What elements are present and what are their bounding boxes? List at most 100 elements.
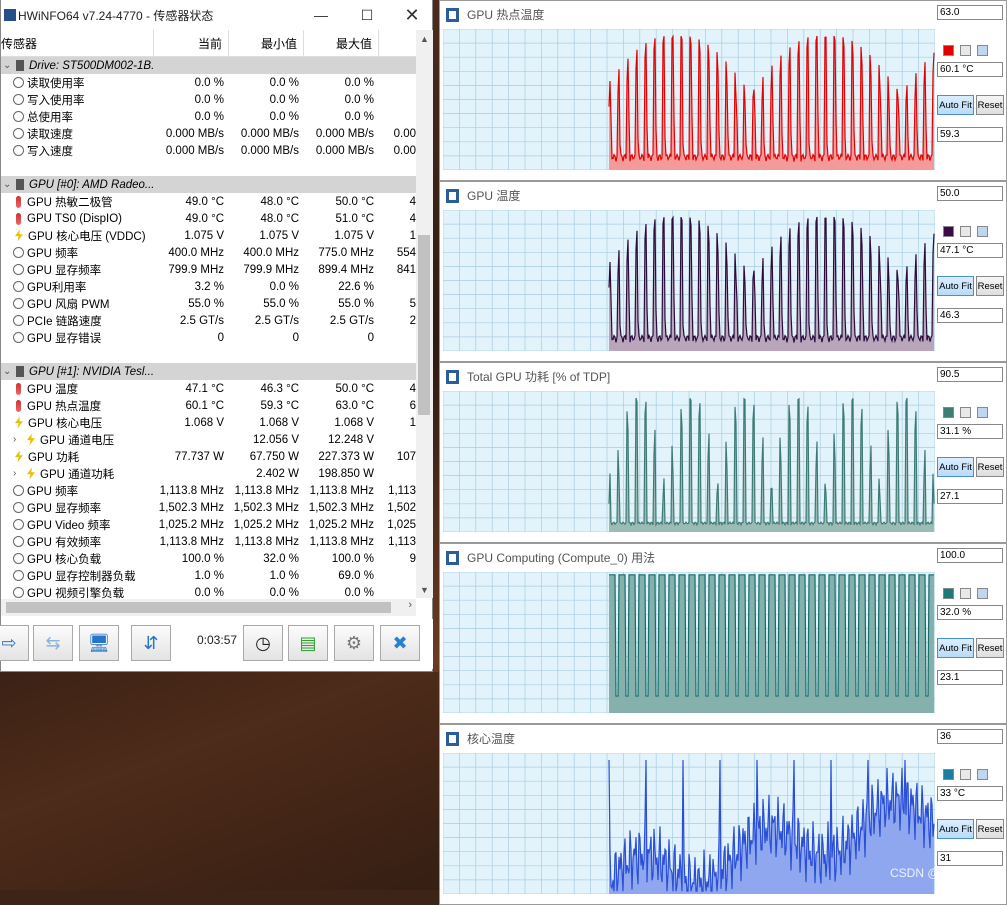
sensor-label: GPU 有效频率 [27,536,102,549]
vertical-scrollbar[interactable]: ▲ ▼ [416,30,433,598]
auto-fit-button[interactable]: Auto Fit [937,819,974,839]
graph-title-bar[interactable]: GPU 温度 ✕ [440,182,1006,209]
sensor-row[interactable]: GPU 显存频率 1,502.3 MHz 1,502.3 MHz 1,502.3 MH… [1,499,416,516]
secondary-color-swatch[interactable] [960,769,971,780]
sensor-label: GPU利用率 [27,281,87,294]
expand-chevron-icon[interactable]: › [13,468,21,479]
sensor-group-row[interactable]: ⌄ GPU [#1]: NVIDIA Tesl... [1,363,416,380]
collapse-chevron-icon[interactable]: ⌄ [3,179,11,190]
sensor-row[interactable]: GPU 显存频率 799.9 MHz 799.9 MHz 899.4 MHz 841 [1,261,416,278]
sensor-row[interactable]: GPU 视频引擎负载 0.0 % 0.0 % 0.0 % [1,584,416,599]
secondary-color-swatch[interactable] [960,588,971,599]
line-color-swatch[interactable] [943,45,954,56]
reset-button[interactable]: Reset [976,276,1004,296]
line-color-swatch[interactable] [943,226,954,237]
graph-window[interactable]: GPU Computing (Compute_0) 用法 ✕ 100.0 32.… [439,543,1007,724]
graph-title-bar[interactable]: GPU Computing (Compute_0) 用法 ✕ [440,544,1006,571]
sensor-row[interactable]: GPU 风扇 PWM 55.0 % 55.0 % 55.0 % 5 [1,295,416,312]
title-bar[interactable]: HWiNFO64 v7.24-4770 - 传感器状态 — ☐ ✕ [1,0,432,30]
graph-title-bar[interactable]: Total GPU 功耗 [% of TDP] ✕ [440,363,1006,390]
sensor-row[interactable]: GPU 频率 400.0 MHz 400.0 MHz 775.0 MHz 554 [1,244,416,261]
sensor-row[interactable]: GPU 显存错误 0 0 0 [1,329,416,346]
background-color-swatch[interactable] [977,407,988,418]
sensor-report-button[interactable]: 🖥 [79,625,119,661]
sensor-row[interactable]: GPU TS0 (DispIO) 49.0 °C 48.0 °C 51.0 °C 4 [1,210,416,227]
background-color-swatch[interactable] [977,588,988,599]
scroll-down-icon[interactable]: ▼ [416,581,433,598]
auto-fit-button[interactable]: Auto Fit [937,457,974,477]
column-avg[interactable] [379,30,416,56]
sensor-row[interactable]: GPU 温度 47.1 °C 46.3 °C 50.0 °C 4 [1,380,416,397]
line-color-swatch[interactable] [943,407,954,418]
vertical-scroll-thumb[interactable] [418,235,430,415]
reset-button[interactable]: Reset [976,819,1004,839]
sensor-row[interactable]: GPU 有效频率 1,113.8 MHz 1,113.8 MHz 1,113.8 MH… [1,533,416,550]
clock-icon [13,502,24,513]
maximize-button[interactable]: ☐ [344,0,390,30]
graph-title-bar[interactable]: GPU 热点温度 ✕ [440,1,1006,28]
expand-right-button[interactable]: ⇨ [0,625,29,661]
collapse-chevron-icon[interactable]: ⌄ [3,366,11,377]
exit-button[interactable]: ✖ [380,625,420,661]
max-value: 63.0 °C [335,399,374,412]
scroll-up-icon[interactable]: ▲ [416,30,433,47]
sensor-row[interactable]: GPU 核心电压 1.068 V 1.068 V 1.068 V 1 [1,414,416,431]
sensor-row[interactable]: GPU 核心电压 (VDDC) 1.075 V 1.075 V 1.075 V 1 [1,227,416,244]
sensor-row[interactable]: GPU Video 频率 1,025.2 MHz 1,025.2 MHz 1,025.… [1,516,416,533]
document-add-icon: ▤ [299,632,317,653]
reset-button[interactable]: Reset [976,95,1004,115]
auto-fit-button[interactable]: Auto Fit [937,95,974,115]
sensor-row[interactable]: GPU 功耗 77.737 W 67.750 W 227.373 W 107 [1,448,416,465]
secondary-color-swatch[interactable] [960,407,971,418]
auto-fit-button[interactable]: Auto Fit [937,276,974,296]
secondary-color-swatch[interactable] [960,226,971,237]
graph-title-bar[interactable]: 核心温度 ✕ [440,725,1006,752]
reset-timer-button[interactable]: ◷ [243,625,283,661]
settings-button[interactable]: ⚙ [334,625,374,661]
sensor-row[interactable]: GPU 显存控制器负载 1.0 % 1.0 % 69.0 % [1,567,416,584]
minimize-button[interactable]: — [298,0,344,30]
collapse-left-button[interactable]: ⇆ [33,625,73,661]
background-color-swatch[interactable] [977,226,988,237]
reset-button[interactable]: Reset [976,457,1004,477]
sensor-row[interactable]: GPU 热点温度 60.1 °C 59.3 °C 63.0 °C 6 [1,397,416,414]
sensor-row[interactable]: GPU利用率 3.2 % 0.0 % 22.6 % [1,278,416,295]
background-color-swatch[interactable] [977,769,988,780]
sensor-row[interactable]: 写入速度 0.000 MB/s 0.000 MB/s 0.000 MB/s 0.00 [1,142,416,159]
sensor-group-row[interactable]: ⌄ Drive: ST500DM002-1B... [1,57,416,74]
sensor-row[interactable]: 读取使用率 0.0 % 0.0 % 0.0 % [1,74,416,91]
column-max[interactable]: 最大值 [304,30,379,56]
close-button[interactable]: ✕ [389,0,435,30]
secondary-color-swatch[interactable] [960,45,971,56]
sensor-row[interactable]: GPU 核心负载 100.0 % 32.0 % 100.0 % 9 [1,550,416,567]
graph-window[interactable]: GPU 热点温度 ✕ 63.0 60.1 °C Auto Fit Reset 5… [439,0,1007,181]
column-current[interactable]: 当前 [154,30,229,56]
column-min[interactable]: 最小值 [229,30,304,56]
column-sensor[interactable]: 传感器 [1,30,154,56]
sensor-row[interactable]: 写入使用率 0.0 % 0.0 % 0.0 % [1,91,416,108]
sensor-row[interactable]: 读取速度 0.000 MB/s 0.000 MB/s 0.000 MB/s 0.00 [1,125,416,142]
sensor-name-cell: GPU 有效频率 [1,534,154,550]
reset-button[interactable]: Reset [976,638,1004,658]
collapse-chevron-icon[interactable]: ⌄ [3,60,11,71]
sensor-row[interactable]: GPU 热敏二极管 49.0 °C 48.0 °C 50.0 °C 4 [1,193,416,210]
min-value: 48.0 °C [260,212,299,225]
expand-chevron-icon[interactable]: › [13,434,21,445]
background-color-swatch[interactable] [977,45,988,56]
sensor-row[interactable]: › GPU 通道电压 12.056 V 12.248 V [1,431,416,448]
graph-window[interactable]: GPU 温度 ✕ 50.0 47.1 °C Auto Fit Reset 46.… [439,181,1007,362]
graph-window[interactable]: Total GPU 功耗 [% of TDP] ✕ 90.5 31.1 % Au… [439,362,1007,543]
line-color-swatch[interactable] [943,769,954,780]
sensor-row[interactable]: PCIe 链路速度 2.5 GT/s 2.5 GT/s 2.5 GT/s 2 [1,312,416,329]
sensor-group-row[interactable]: ⌄ GPU [#0]: AMD Radeo... [1,176,416,193]
line-color-swatch[interactable] [943,588,954,599]
logging-button[interactable]: ▤ [288,625,328,661]
scroll-right-icon[interactable]: › [408,599,412,611]
horizontal-scrollbar[interactable]: › [1,599,416,616]
sensor-row[interactable]: GPU 频率 1,113.8 MHz 1,113.8 MHz 1,113.8 MHz 1… [1,482,416,499]
sensor-row[interactable]: 总使用率 0.0 % 0.0 % 0.0 % [1,108,416,125]
auto-fit-button[interactable]: Auto Fit [937,638,974,658]
horizontal-scroll-thumb[interactable] [6,602,391,613]
sensor-row[interactable]: › GPU 通道功耗 2.402 W 198.850 W [1,465,416,482]
network-button[interactable]: ⇵ [131,625,171,661]
